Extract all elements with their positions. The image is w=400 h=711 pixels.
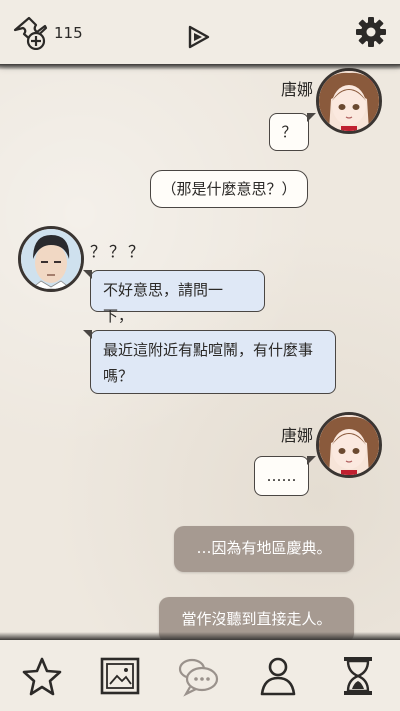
choice-button-1[interactable]: …因為有地區慶典。 [174,526,354,572]
thought-text: （那是什麼意思？） [161,180,297,198]
hourglass-icon[interactable] [336,654,380,698]
avatar-donna [316,68,382,134]
bottom-nav [0,632,400,711]
ticket-add-icon[interactable] [12,16,48,50]
donna-portrait [319,415,379,475]
chat-icon[interactable] [176,654,220,698]
gallery-icon[interactable] [98,654,142,698]
bubble-text: …… [266,467,297,485]
chat-bubble-stranger-2: 最近這附近有點喧鬧，有什麼事 嗎？ [83,329,336,394]
chat-bubble-donna-2: …… [254,455,316,496]
thought-bubble: （那是什麼意思？） [150,170,308,208]
chat-bubble-stranger-1: 不好意思，請問一下， [83,269,265,325]
profile-icon[interactable] [256,654,300,698]
bubble-tail [307,455,316,465]
bubble-text-line2: 嗎？ [103,367,134,385]
star-icon[interactable] [20,654,64,698]
speaker-name-stranger: ？？？ [90,242,148,261]
play-icon[interactable] [186,24,212,50]
bubble-tail [83,329,92,339]
bubble-text-line1: 最近這附近有點喧鬧，有什麼事 [103,341,314,359]
gear-icon[interactable] [355,16,387,48]
speaker-name-donna: 唐娜 [281,80,314,99]
stranger-portrait [21,229,81,289]
avatar-donna [316,412,382,478]
speaker-name-donna: 唐娜 [281,426,314,445]
top-bar: 115 [0,0,400,70]
bubble-text: ？ [281,123,297,141]
donna-portrait [319,71,379,131]
ticket-count: 115 [54,24,83,42]
bubble-tail [307,112,316,122]
bubble-tail [83,269,92,279]
chat-bubble-donna-1: ？ [269,112,316,151]
avatar-stranger [18,226,84,292]
